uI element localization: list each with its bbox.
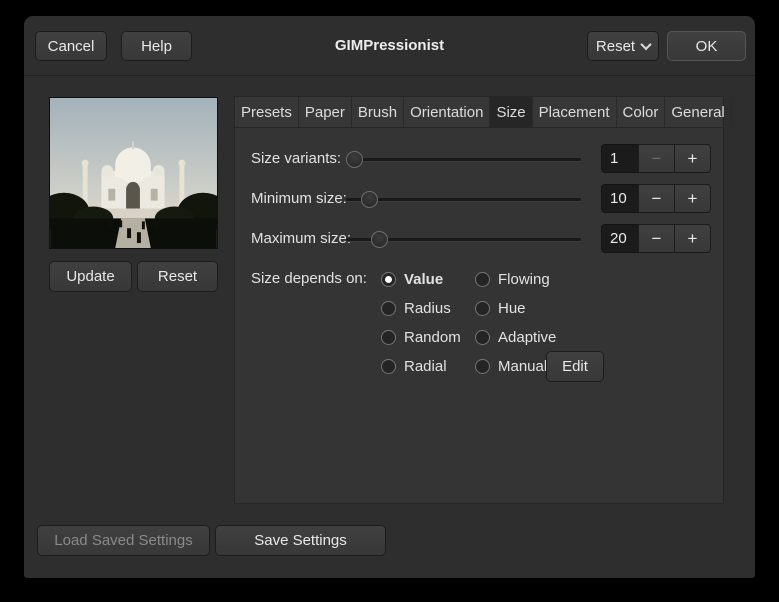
radio-option-label: Value [404, 271, 443, 288]
maximum-size-label: Maximum size: [251, 223, 351, 255]
radio-icon [475, 359, 490, 374]
minus-icon[interactable]: − [638, 224, 675, 253]
preview-image [50, 98, 217, 248]
settings-notebook: Presets Paper Brush Orientation Size Pla… [234, 96, 724, 504]
slider-knob[interactable] [346, 151, 363, 168]
radio-option-label: Radius [404, 300, 451, 317]
radio-option-flowing[interactable]: Flowing [475, 271, 550, 287]
minus-icon[interactable]: − [638, 144, 675, 173]
plus-icon[interactable]: + [674, 144, 711, 173]
size-variants-slider[interactable] [346, 143, 581, 175]
radio-selected-icon [381, 272, 396, 287]
radio-option-label: Flowing [498, 271, 550, 288]
minus-icon[interactable]: − [638, 184, 675, 213]
help-button[interactable]: Help [121, 31, 192, 61]
tab-placement[interactable]: Placement [533, 97, 617, 127]
size-variants-entry[interactable]: 1 [601, 144, 639, 173]
minimum-size-label: Minimum size: [251, 183, 347, 215]
radio-option-radial[interactable]: Radial [381, 358, 447, 374]
cancel-button[interactable]: Cancel [35, 31, 107, 61]
tab-presets[interactable]: Presets [235, 97, 299, 127]
minimum-size-entry[interactable]: 10 [601, 184, 639, 213]
minimum-size-slider[interactable] [346, 183, 581, 215]
radio-icon [381, 359, 396, 374]
radio-icon [475, 301, 490, 316]
maximum-size-entry[interactable]: 20 [601, 224, 639, 253]
screen: GIMPressionist Cancel Help Reset OK [0, 0, 779, 602]
radio-option-label: Manual [498, 358, 547, 375]
slider-knob[interactable] [371, 231, 388, 248]
radio-option-value[interactable]: Value [381, 271, 443, 287]
reset-menu-label: Reset [596, 38, 635, 55]
tab-general[interactable]: General [665, 97, 731, 127]
size-depends-label: Size depends on: [251, 263, 367, 295]
ok-button[interactable]: OK [667, 31, 746, 61]
slider-knob[interactable] [361, 191, 378, 208]
edit-button[interactable]: Edit [546, 351, 604, 382]
gimpressionist-dialog: GIMPressionist Cancel Help Reset OK [24, 16, 755, 578]
preview-reset-button[interactable]: Reset [137, 261, 218, 292]
tab-brush[interactable]: Brush [352, 97, 404, 127]
radio-option-label: Adaptive [498, 329, 556, 346]
radio-option-manual[interactable]: Manual [475, 358, 547, 374]
tab-orientation[interactable]: Orientation [404, 97, 490, 127]
tab-color[interactable]: Color [617, 97, 666, 127]
size-variants-label: Size variants: [251, 143, 341, 175]
tab-paper[interactable]: Paper [299, 97, 352, 127]
reset-menu-button[interactable]: Reset [587, 31, 659, 61]
radio-icon [381, 301, 396, 316]
radio-icon [475, 330, 490, 345]
plus-icon[interactable]: + [674, 184, 711, 213]
radio-option-label: Radial [404, 358, 447, 375]
plus-icon[interactable]: + [674, 224, 711, 253]
radio-option-radius[interactable]: Radius [381, 300, 451, 316]
radio-option-hue[interactable]: Hue [475, 300, 526, 316]
radio-icon [381, 330, 396, 345]
radio-option-random[interactable]: Random [381, 329, 461, 345]
tab-bar: Presets Paper Brush Orientation Size Pla… [235, 97, 723, 128]
radio-option-label: Hue [498, 300, 526, 317]
save-settings-button[interactable]: Save Settings [215, 525, 386, 556]
load-saved-settings-button[interactable]: Load Saved Settings [37, 525, 210, 556]
update-button[interactable]: Update [49, 261, 132, 292]
preview-frame [49, 97, 218, 249]
maximum-size-slider[interactable] [346, 223, 581, 255]
chevron-down-icon [640, 39, 651, 50]
radio-option-label: Random [404, 329, 461, 346]
tab-size[interactable]: Size [490, 97, 532, 127]
header-bar: GIMPressionist Cancel Help Reset OK [24, 16, 755, 76]
slider-track[interactable] [346, 198, 581, 201]
radio-option-adaptive[interactable]: Adaptive [475, 329, 556, 345]
radio-icon [475, 272, 490, 287]
slider-track[interactable] [346, 158, 581, 161]
